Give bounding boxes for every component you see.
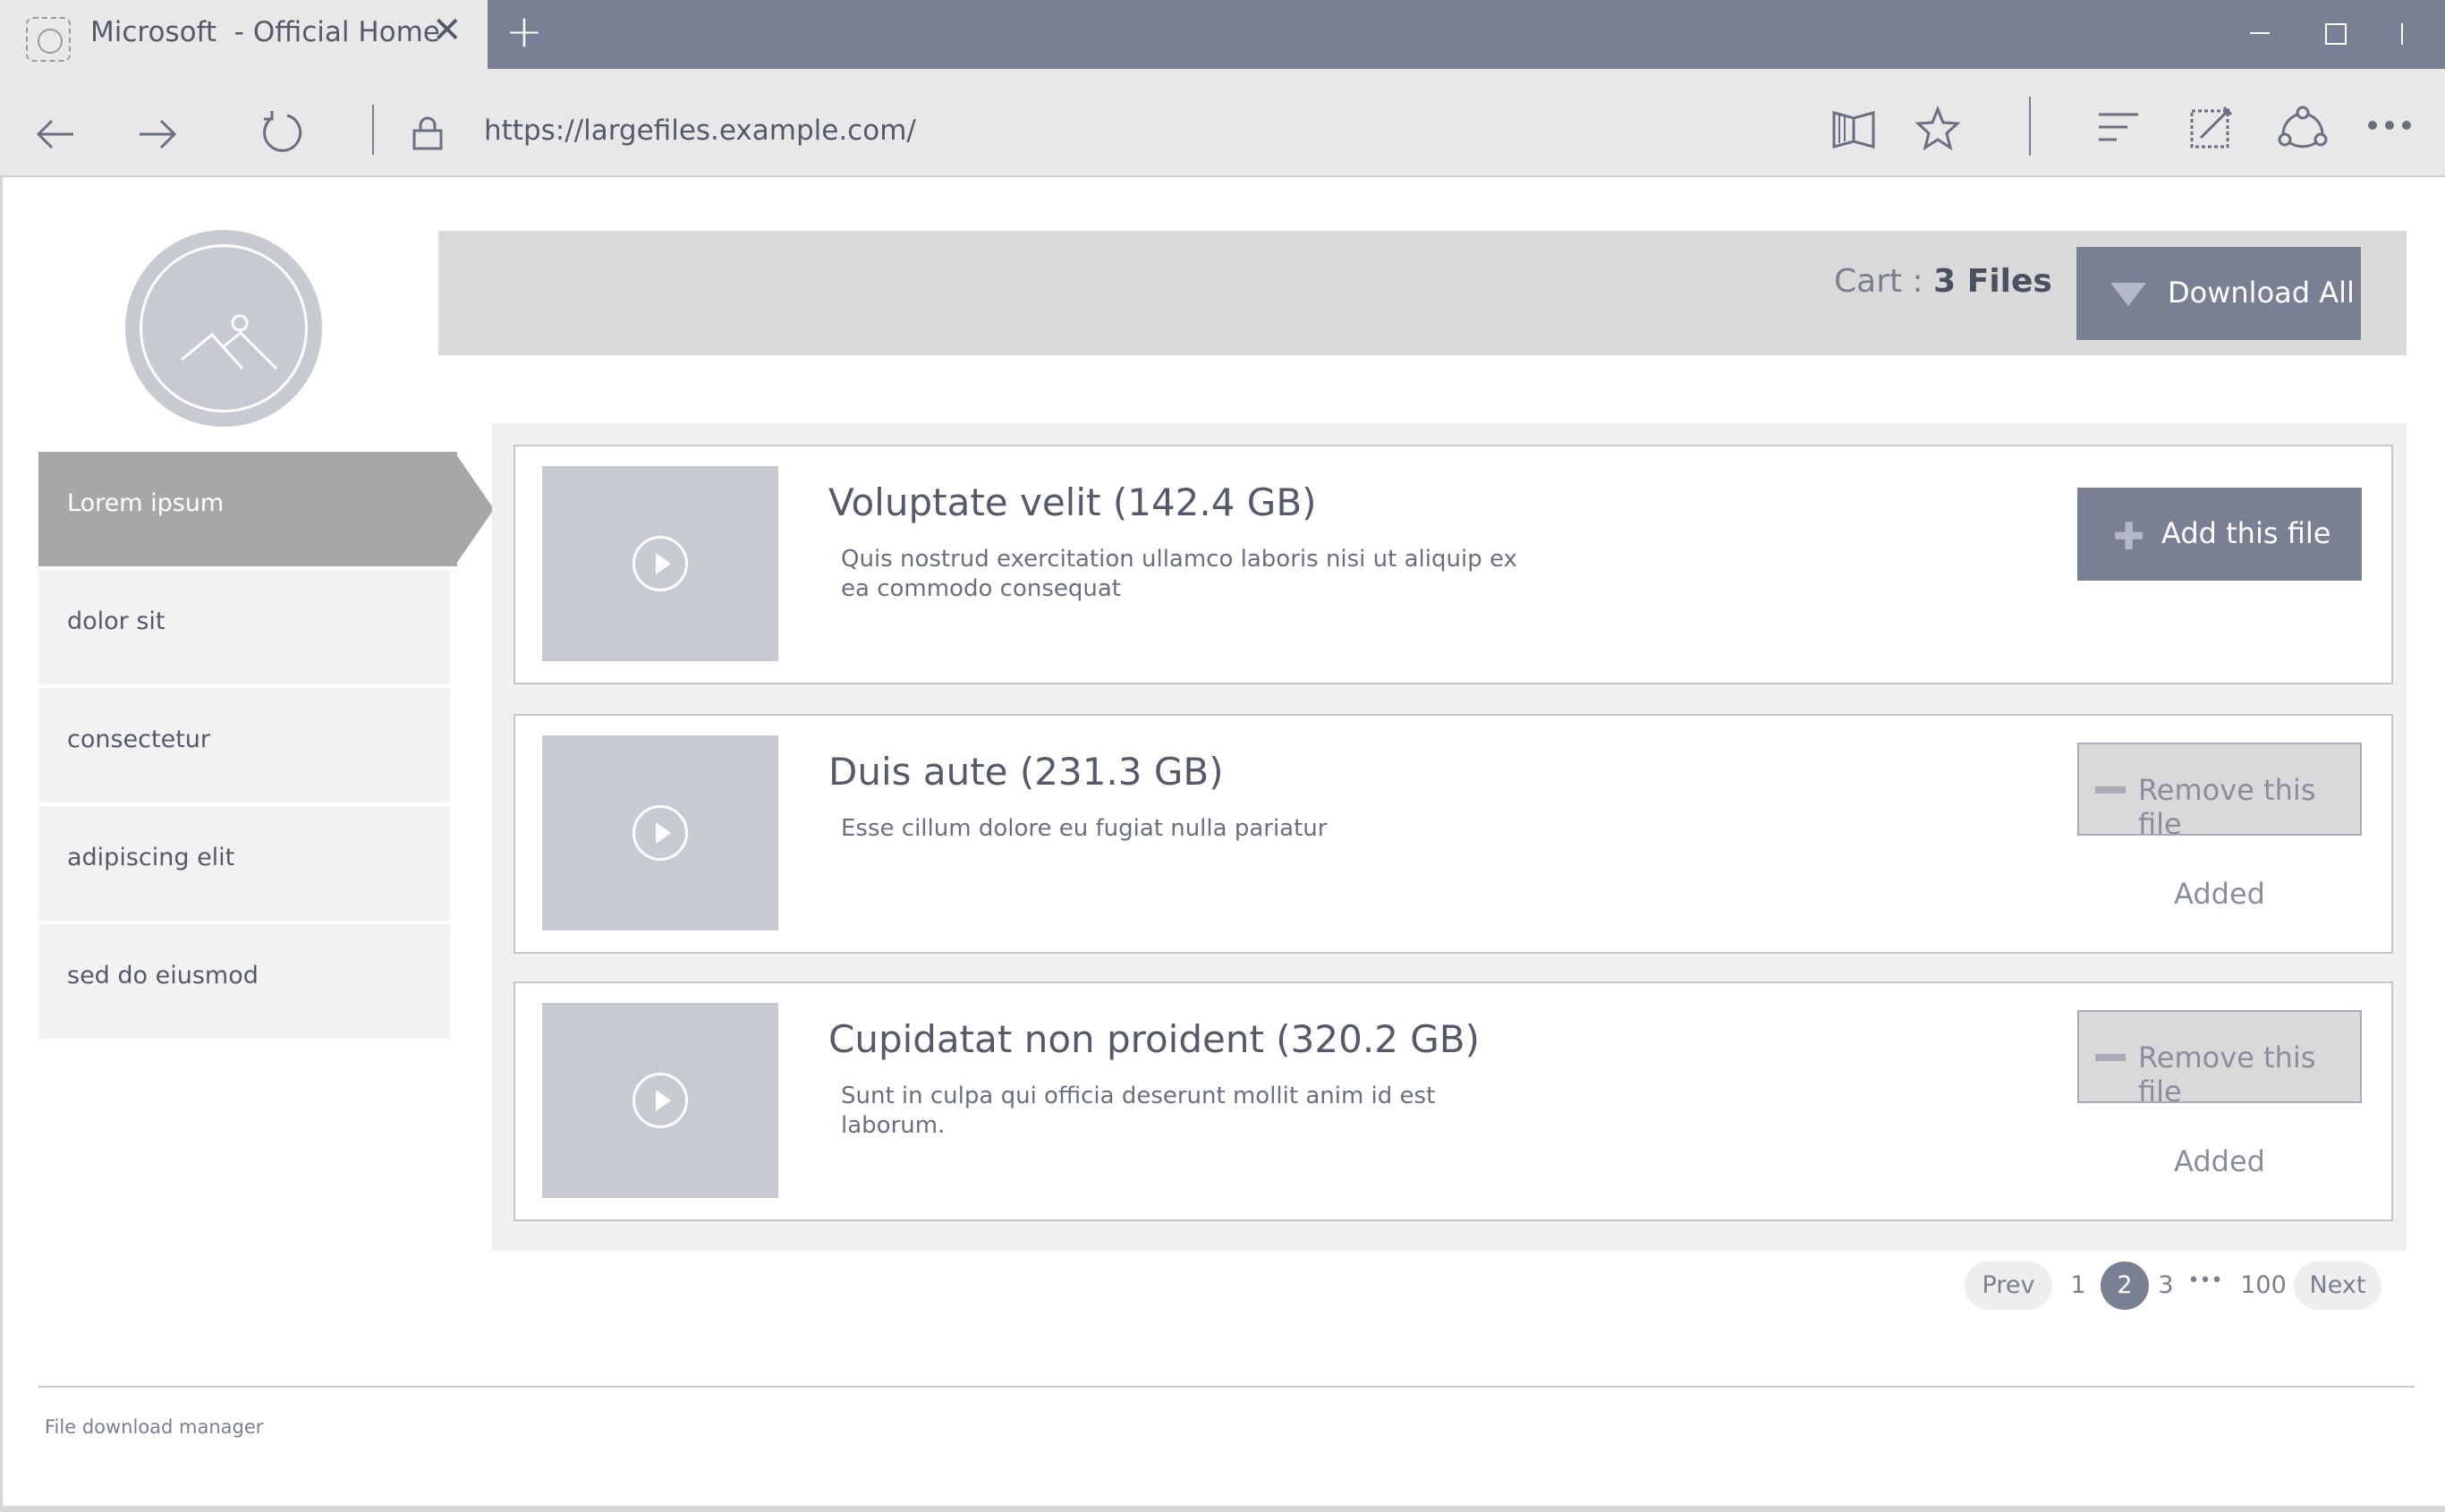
reading-view-icon[interactable] (1830, 106, 1877, 152)
avatar (125, 230, 322, 427)
plus-icon: ✚ (2113, 514, 2145, 558)
file-card: Voluptate velit (142.4 GB) Quis nostrud … (514, 445, 2393, 684)
file-title: Duis aute (231.3 GB) (828, 750, 1224, 794)
lock-icon (412, 116, 443, 150)
page-link-current[interactable]: 2 (2101, 1261, 2149, 1310)
file-title: Voluptate velit (142.4 GB) (828, 480, 1317, 524)
prev-page-button[interactable]: Prev (1965, 1261, 2052, 1310)
favorite-star-icon[interactable] (1914, 106, 1961, 152)
share-icon[interactable] (2278, 104, 2328, 150)
file-thumbnail[interactable] (542, 735, 778, 930)
tab-title: Microsoft - Official Home (90, 16, 440, 48)
address-bar-url[interactable]: https://largefiles.example.com/ (484, 115, 916, 147)
sidebar-item-sed-do-eiusmod[interactable]: sed do eiusmod (38, 924, 450, 1039)
close-tab-icon[interactable]: ✕ (432, 13, 463, 48)
download-arrow-icon (2110, 283, 2146, 306)
download-all-label: Download All (2168, 276, 2355, 310)
minimize-icon[interactable] (2250, 32, 2270, 34)
download-all-button[interactable]: Download All (2076, 247, 2361, 340)
refresh-icon[interactable] (255, 107, 305, 157)
remove-file-label: Remove this file (2138, 773, 2316, 841)
file-description: Sunt in culpa qui officia deserunt molli… (841, 1083, 1436, 1139)
more-icon[interactable] (2367, 115, 2412, 136)
hub-icon[interactable] (2097, 109, 2140, 149)
play-icon[interactable] (632, 536, 688, 591)
page-link-1[interactable]: 1 (2067, 1271, 2090, 1299)
added-status: Added (2174, 1144, 2265, 1178)
sidebar-active-indicator (454, 452, 494, 566)
browser-navbar (0, 69, 2445, 177)
web-note-icon[interactable] (2188, 104, 2235, 150)
sidebar-item-lorem-ipsum[interactable]: Lorem ipsum (38, 452, 454, 566)
added-status: Added (2174, 877, 2265, 911)
back-icon[interactable] (32, 111, 79, 157)
remove-file-button[interactable]: Remove this file (2077, 743, 2362, 841)
add-file-label: Add this file (2161, 516, 2331, 550)
maximize-icon[interactable] (2325, 23, 2347, 45)
file-card: Duis aute (231.3 GB) Esse cillum dolore … (514, 714, 2393, 954)
cart-count: 3 Files (1933, 263, 2052, 300)
play-icon[interactable] (632, 1073, 688, 1128)
sidebar-item-dolor-sit[interactable]: dolor sit (38, 570, 450, 684)
cart-summary: Cart : 3 Files (1834, 263, 2052, 300)
new-tab-button[interactable]: + (505, 9, 543, 54)
remove-file-label: Remove this file (2138, 1041, 2316, 1109)
page-link-last[interactable]: 100 (2240, 1271, 2287, 1299)
toolbar-divider (2029, 97, 2031, 156)
file-description: Quis nostrud exercitation ullamco labori… (841, 546, 1517, 602)
file-card: Cupidatat non proident (320.2 GB) Sunt i… (514, 981, 2393, 1221)
image-placeholder-icon (181, 314, 278, 370)
pagination-ellipsis: ••• (2187, 1270, 2223, 1292)
window-bottom-edge (0, 1506, 2445, 1512)
file-title: Cupidatat non proident (320.2 GB) (828, 1017, 1481, 1061)
window-close-icon[interactable] (2401, 23, 2403, 45)
minus-icon (2095, 786, 2126, 794)
file-thumbnail[interactable] (542, 466, 778, 661)
file-thumbnail[interactable] (542, 1003, 778, 1198)
browser-tab[interactable]: Microsoft - Official Home ✕ (0, 0, 488, 69)
page-frame (0, 177, 3, 1512)
add-file-button[interactable]: ✚ Add this file (2077, 488, 2362, 581)
forward-icon[interactable] (134, 111, 181, 157)
page-link-3[interactable]: 3 (2154, 1271, 2178, 1299)
cart-prefix: Cart : (1834, 263, 1934, 300)
remove-file-button[interactable]: Remove this file (2077, 1010, 2362, 1109)
next-page-button[interactable]: Next (2294, 1261, 2381, 1310)
sidebar-item-consectetur[interactable]: consectetur (38, 688, 450, 803)
play-icon[interactable] (632, 805, 688, 861)
minus-icon (2095, 1054, 2126, 1061)
nav-divider (372, 105, 374, 155)
favicon-icon (26, 17, 71, 62)
file-description: Esse cillum dolore eu fugiat nulla paria… (841, 815, 1328, 842)
footer-divider (38, 1386, 2415, 1388)
sidebar-item-adipiscing-elit[interactable]: adipiscing elit (38, 806, 450, 921)
footer-text: File download manager (45, 1416, 264, 1438)
